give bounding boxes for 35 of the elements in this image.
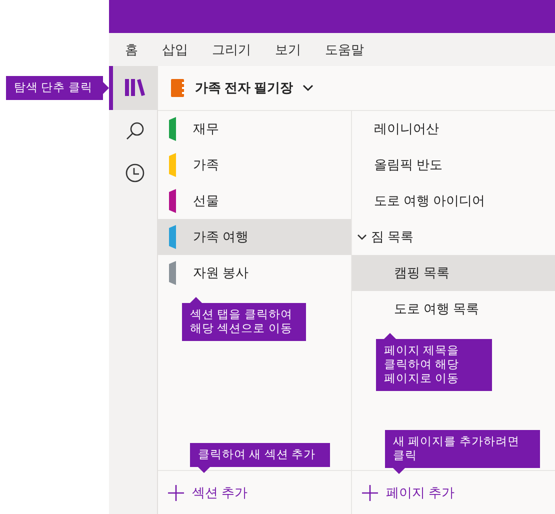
books-icon	[124, 78, 146, 98]
notebook-icon	[170, 78, 186, 98]
search-icon	[125, 121, 145, 141]
menu-tab[interactable]: 도움말	[313, 36, 376, 62]
plus-icon	[362, 484, 378, 500]
section-tab[interactable]: 재무	[158, 111, 351, 147]
page-item[interactable]: 캠핑 목록	[352, 255, 555, 291]
tooltip-pointer-icon	[393, 468, 405, 474]
menu-tab[interactable]: 그리기	[200, 36, 263, 62]
notebook-picker[interactable]: 가족 전자 필기장	[166, 74, 318, 102]
section-tab[interactable]: 가족 여행	[158, 219, 351, 255]
section-tab[interactable]: 가족	[158, 147, 351, 183]
menu-tab[interactable]: 홈	[113, 36, 150, 62]
tooltip-pointer-icon	[190, 297, 202, 303]
tooltip-pointer-icon	[103, 82, 109, 94]
page-item[interactable]: 짐 목록	[352, 219, 555, 255]
add-section-button[interactable]: 섹션 추가	[158, 470, 351, 514]
menu-tab[interactable]: 삽입	[150, 36, 200, 62]
notebooks-button[interactable]	[109, 66, 157, 110]
tooltip: 새 페이지를 추가하려면 클릭	[385, 430, 540, 468]
add-page-button[interactable]: 페이지 추가	[352, 470, 555, 514]
chevron-down-icon	[302, 84, 314, 92]
plus-icon	[168, 484, 184, 500]
section-tab[interactable]: 선물	[158, 183, 351, 219]
tooltip-pointer-icon	[384, 333, 396, 339]
page-item[interactable]: 도로 여행 목록	[352, 291, 555, 327]
clock-icon	[125, 163, 145, 183]
tooltip: 페이지 제목을 클릭하여 해당 페이지로 이동	[376, 339, 492, 391]
tooltip-pointer-icon	[198, 467, 210, 473]
page-item[interactable]: 도로 여행 아이디어	[352, 183, 555, 219]
page-item[interactable]: 올림픽 반도	[352, 147, 555, 183]
tooltip: 섹션 탭을 클릭하여 해당 섹션으로 이동	[182, 303, 306, 341]
page-item[interactable]: 레이니어산	[352, 111, 555, 147]
menu-tab[interactable]: 보기	[263, 36, 313, 62]
section-tab[interactable]: 자원 봉사	[158, 255, 351, 291]
